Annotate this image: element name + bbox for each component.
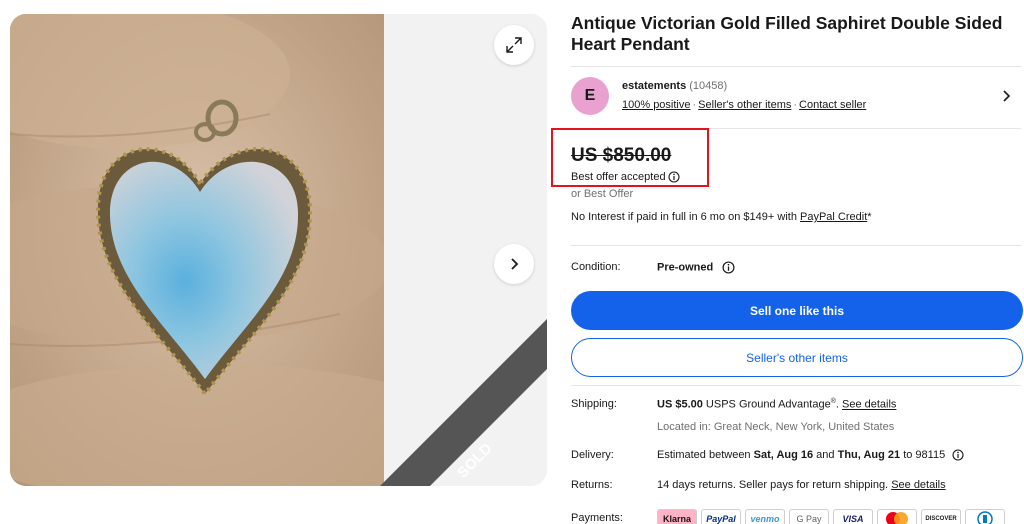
delivery-end-date: Thu, Aug 21 (837, 449, 901, 461)
divider (571, 385, 1021, 386)
chevron-right-icon[interactable] (1001, 89, 1013, 103)
payments-label: Payments: (571, 512, 623, 524)
product-photo[interactable] (10, 14, 384, 486)
expand-icon (506, 37, 522, 53)
discover-logo: DISCOVER (921, 509, 961, 524)
paypal-logo: PayPal (701, 509, 741, 524)
shipping-see-details-link[interactable]: See details (842, 399, 896, 411)
diners-club-icon (977, 511, 993, 524)
diners-club-logo (965, 509, 1005, 524)
seller-positive-link[interactable]: 100% positive (622, 99, 691, 111)
google-pay-logo: G Pay (789, 509, 829, 524)
mastercard-icon (886, 512, 908, 524)
shipping-service: USPS Ground Advantage (702, 398, 831, 411)
returns-value: 14 days returns. Seller pays for return … (657, 479, 946, 491)
next-image-button[interactable] (494, 244, 534, 284)
seller-other-items-link[interactable]: Seller's other items (698, 99, 791, 111)
seller-links: 100% positive · Seller's other items · Conta… (622, 99, 866, 111)
seller-avatar[interactable]: E (571, 77, 609, 115)
delivery-value: Estimated between Sat, Aug 16 and Thu, A… (657, 449, 964, 461)
info-icon[interactable] (952, 449, 964, 461)
chevron-right-icon (511, 258, 519, 270)
or-best-offer: or Best Offer (571, 188, 634, 200)
seller-name[interactable]: estatements (622, 80, 686, 92)
financing-suffix: * (867, 211, 872, 223)
payment-methods: Klarna PayPal venmo G Pay VISA DISCOVER (657, 509, 1005, 524)
divider (571, 245, 1021, 246)
sellers-other-items-button[interactable]: Seller's other items (571, 338, 1023, 377)
seller-name-row: estatements (10458) (622, 80, 727, 92)
image-gallery: SOLD (10, 14, 547, 486)
condition-value: Pre-owned (657, 261, 735, 274)
condition-label: Condition: (571, 261, 621, 273)
separator: · (793, 99, 798, 111)
best-offer-accepted: Best offer accepted (571, 171, 680, 183)
klarna-logo: Klarna (657, 509, 697, 524)
returns-label: Returns: (571, 479, 613, 491)
paypal-credit-link[interactable]: PayPal Credit (800, 211, 867, 223)
listing-title: Antique Victorian Gold Filled Saphiret D… (571, 13, 1003, 54)
divider (571, 66, 1021, 67)
delivery-start-date: Sat, Aug 16 (753, 449, 814, 461)
sell-one-like-this-button[interactable]: Sell one like this (571, 291, 1023, 330)
info-icon[interactable] (722, 261, 735, 274)
financing-note: No Interest if paid in full in 6 mo on $… (571, 211, 872, 223)
financing-text: No Interest if paid in full in 6 mo on $… (571, 211, 800, 223)
shipping-value: US $5.00 USPS Ground Advantage®. See det… (657, 398, 896, 411)
seller-card[interactable]: E estatements (10458) 100% positive · Sell… (571, 77, 1021, 119)
seller-feedback-count: (10458) (689, 80, 728, 92)
best-offer-label: Best offer accepted (571, 171, 666, 183)
listing-price: US $850.00 (571, 145, 672, 166)
info-icon[interactable] (668, 171, 680, 183)
item-location: Located in: Great Neck, New York, United… (657, 421, 895, 433)
venmo-logo: venmo (745, 509, 785, 524)
expand-image-button[interactable] (494, 25, 534, 65)
returns-text: 14 days returns. Seller pays for return … (657, 479, 892, 491)
contact-seller-link[interactable]: Contact seller (799, 99, 866, 111)
pendant-photo-illustration (10, 14, 384, 486)
delivery-prefix: Estimated between (657, 449, 754, 461)
returns-see-details-link[interactable]: See details (891, 479, 945, 491)
delivery-and: and (813, 449, 838, 461)
mastercard-logo (877, 509, 917, 524)
delivery-label: Delivery: (571, 449, 614, 461)
shipping-label: Shipping: (571, 398, 617, 410)
condition-text: Pre-owned (657, 261, 714, 274)
visa-logo: VISA (833, 509, 873, 524)
shipping-price: US $5.00 (657, 398, 703, 411)
delivery-zip: to 98115 (900, 449, 946, 461)
